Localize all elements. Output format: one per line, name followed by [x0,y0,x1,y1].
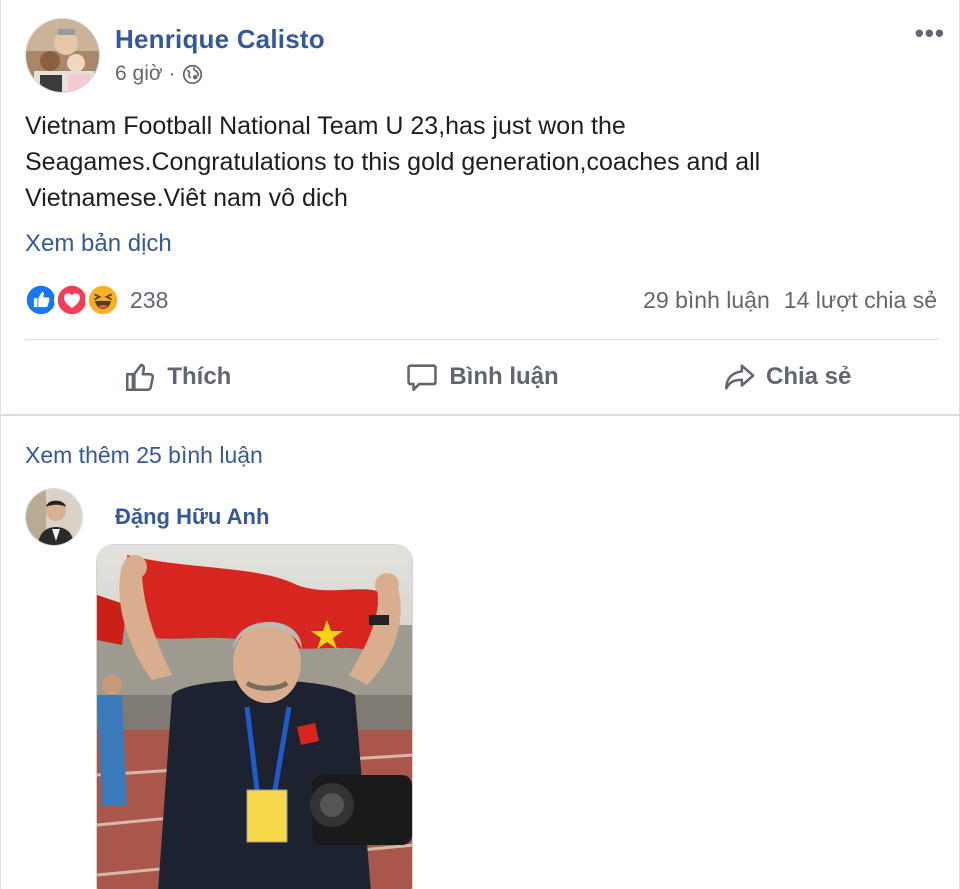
more-horizontal-icon[interactable]: ••• [915,18,945,49]
post-meta: 6 giờ · [115,62,203,86]
comment-button[interactable]: Bình luận [330,340,635,414]
reactions-summary[interactable]: 238 [23,282,168,318]
post-card: Henrique Calisto 6 giờ · ••• Vietnam Foo… [0,0,960,889]
comment-photo[interactable] [96,544,413,889]
comment-count-link[interactable]: 29 bình luận [643,287,770,314]
comment-bubble-icon [407,364,438,392]
post-header: Henrique Calisto 6 giờ · ••• [25,18,944,94]
share-button[interactable]: Chia sẻ [634,340,939,414]
author-name[interactable]: Henrique Calisto [115,24,325,55]
see-translation-link[interactable]: Xem bản dịch [25,230,172,258]
like-button[interactable]: Thích [25,340,330,414]
commenter-name[interactable]: Đặng Hữu Anh [115,504,269,530]
share-count-link[interactable]: 14 lượt chia sẻ [784,287,937,314]
author-avatar[interactable] [25,18,100,93]
post-timestamp[interactable]: 6 giờ [115,62,163,86]
comments-separator [1,414,960,416]
post-body-text: Vietnam Football National Team U 23,has … [25,112,761,212]
view-more-comments-link[interactable]: Xem thêm 25 bình luận [25,442,263,469]
post-actions-bar: Thích Bình luận Chia sẻ [25,340,939,414]
share-label: Chia sẻ [765,363,852,390]
thumbs-up-icon [126,363,155,392]
reaction-count: 238 [130,286,169,313]
post-stats: 29 bình luận 14 lượt chia sẻ [643,287,937,314]
share-arrow-icon [724,364,755,390]
haha-reaction-icon [85,282,121,318]
reaction-icons [23,282,121,318]
comment-label: Bình luận [449,363,559,390]
meta-separator: · [168,62,176,85]
globe-icon[interactable] [182,64,203,85]
commenter-avatar[interactable] [25,488,83,546]
like-label: Thích [167,363,232,390]
